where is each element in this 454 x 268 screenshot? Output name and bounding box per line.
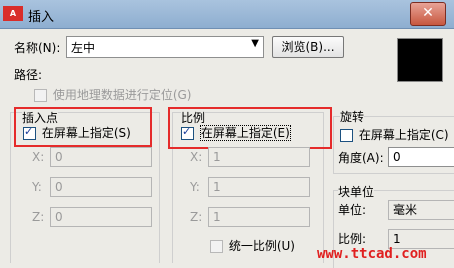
uniform-scale-checkbox[interactable] [210, 240, 223, 253]
uniform-scale-row[interactable]: 统一比例(U) [210, 237, 295, 254]
insertion-x-field[interactable]: 0 [50, 147, 152, 167]
rotation-angle-field[interactable]: 0 [388, 147, 454, 167]
chevron-down-icon[interactable]: ▼ [251, 38, 259, 49]
path-label: 路径: [14, 68, 43, 82]
block-name-combobox[interactable]: 左中 ▼ [66, 36, 264, 58]
site-watermark: www.ttcad.com [317, 246, 427, 262]
close-button[interactable]: ✕ [410, 2, 446, 26]
insertion-specify-checkbox[interactable] [23, 125, 36, 140]
title-bar: A 插入 ✕ [0, 0, 454, 29]
scale-specify-checkbox[interactable] [181, 125, 194, 140]
browse-button[interactable]: 浏览(B)... [272, 36, 344, 58]
insertion-y-field[interactable]: 0 [50, 177, 152, 197]
scale-y-field[interactable]: 1 [208, 177, 310, 197]
insertion-specify-label: 在屏幕上指定(S) [41, 126, 131, 140]
scale-z-field[interactable]: 1 [208, 207, 310, 227]
unit-label: 单位: [338, 203, 367, 217]
insertion-x-label: X: [32, 150, 45, 164]
window-title: 插入 [28, 10, 55, 25]
autocad-app-icon: A [3, 6, 23, 21]
scale-z-label: Z: [190, 210, 203, 224]
uniform-scale-label: 统一比例(U) [228, 239, 295, 253]
geo-location-checkbox-row[interactable]: 使用地理数据进行定位(G) [34, 86, 192, 103]
insertion-specify-row[interactable]: 在屏幕上指定(S) [23, 124, 131, 141]
scale-specify-label: 在屏幕上指定(E) [199, 125, 291, 141]
rotation-specify-row[interactable]: 在屏幕上指定(C) [340, 126, 449, 143]
name-label: 名称(N): [14, 41, 61, 55]
unit-value: 毫米 [388, 200, 454, 220]
rotation-specify-checkbox[interactable] [340, 129, 353, 142]
geo-location-checkbox[interactable] [34, 89, 47, 102]
insertion-y-label: Y: [32, 180, 42, 194]
geo-location-label: 使用地理数据进行定位(G) [52, 88, 192, 102]
scale-y-label: Y: [190, 180, 200, 194]
scale-x-field[interactable]: 1 [208, 147, 310, 167]
block-preview [397, 38, 443, 82]
block-scale-label: 比例: [338, 232, 367, 246]
block-unit-title: 块单位 [338, 183, 375, 200]
insertion-z-field[interactable]: 0 [50, 207, 152, 227]
rotation-specify-label: 在屏幕上指定(C) [358, 128, 449, 142]
block-name-value: 左中 [71, 41, 96, 55]
scale-specify-row[interactable]: 在屏幕上指定(E) [181, 124, 291, 141]
insertion-z-label: Z: [32, 210, 45, 224]
rotation-angle-label: 角度(A): [338, 151, 384, 165]
rotation-title: 旋转 [340, 108, 365, 125]
scale-x-label: X: [190, 150, 203, 164]
